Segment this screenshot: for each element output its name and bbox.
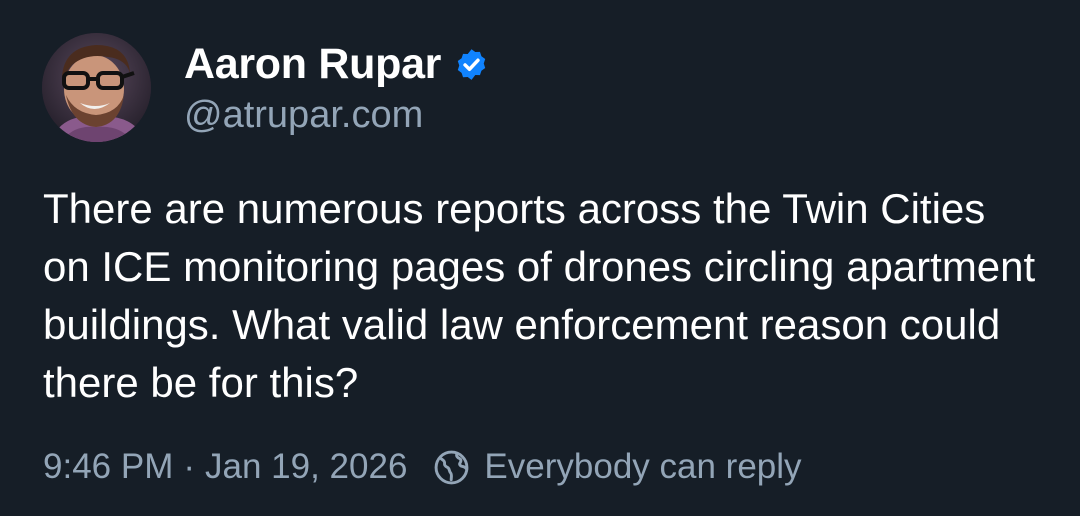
reply-setting-label: Everybody can reply: [484, 447, 802, 486]
avatar-photo: [42, 33, 151, 142]
verified-check-icon: [454, 47, 489, 82]
post-meta: 9:46 PM · Jan 19, 2026 Everybody can rep…: [43, 444, 802, 490]
globe-icon: [433, 449, 470, 486]
reply-setting[interactable]: Everybody can reply: [433, 447, 802, 487]
post-time[interactable]: 9:46 PM: [43, 447, 173, 487]
meta-separator: ·: [183, 447, 196, 486]
post-date[interactable]: Jan 19, 2026: [205, 447, 407, 487]
avatar[interactable]: [42, 33, 151, 142]
author-handle[interactable]: @atrupar.com: [184, 94, 489, 137]
author-block: Aaron Rupar @atrupar.com: [184, 36, 489, 137]
post-card: Aaron Rupar @atrupar.com There are numer…: [0, 0, 1080, 516]
author-display-name[interactable]: Aaron Rupar: [184, 40, 441, 89]
name-row: Aaron Rupar: [184, 36, 489, 92]
post-text: There are numerous reports across the Tw…: [43, 185, 1036, 406]
